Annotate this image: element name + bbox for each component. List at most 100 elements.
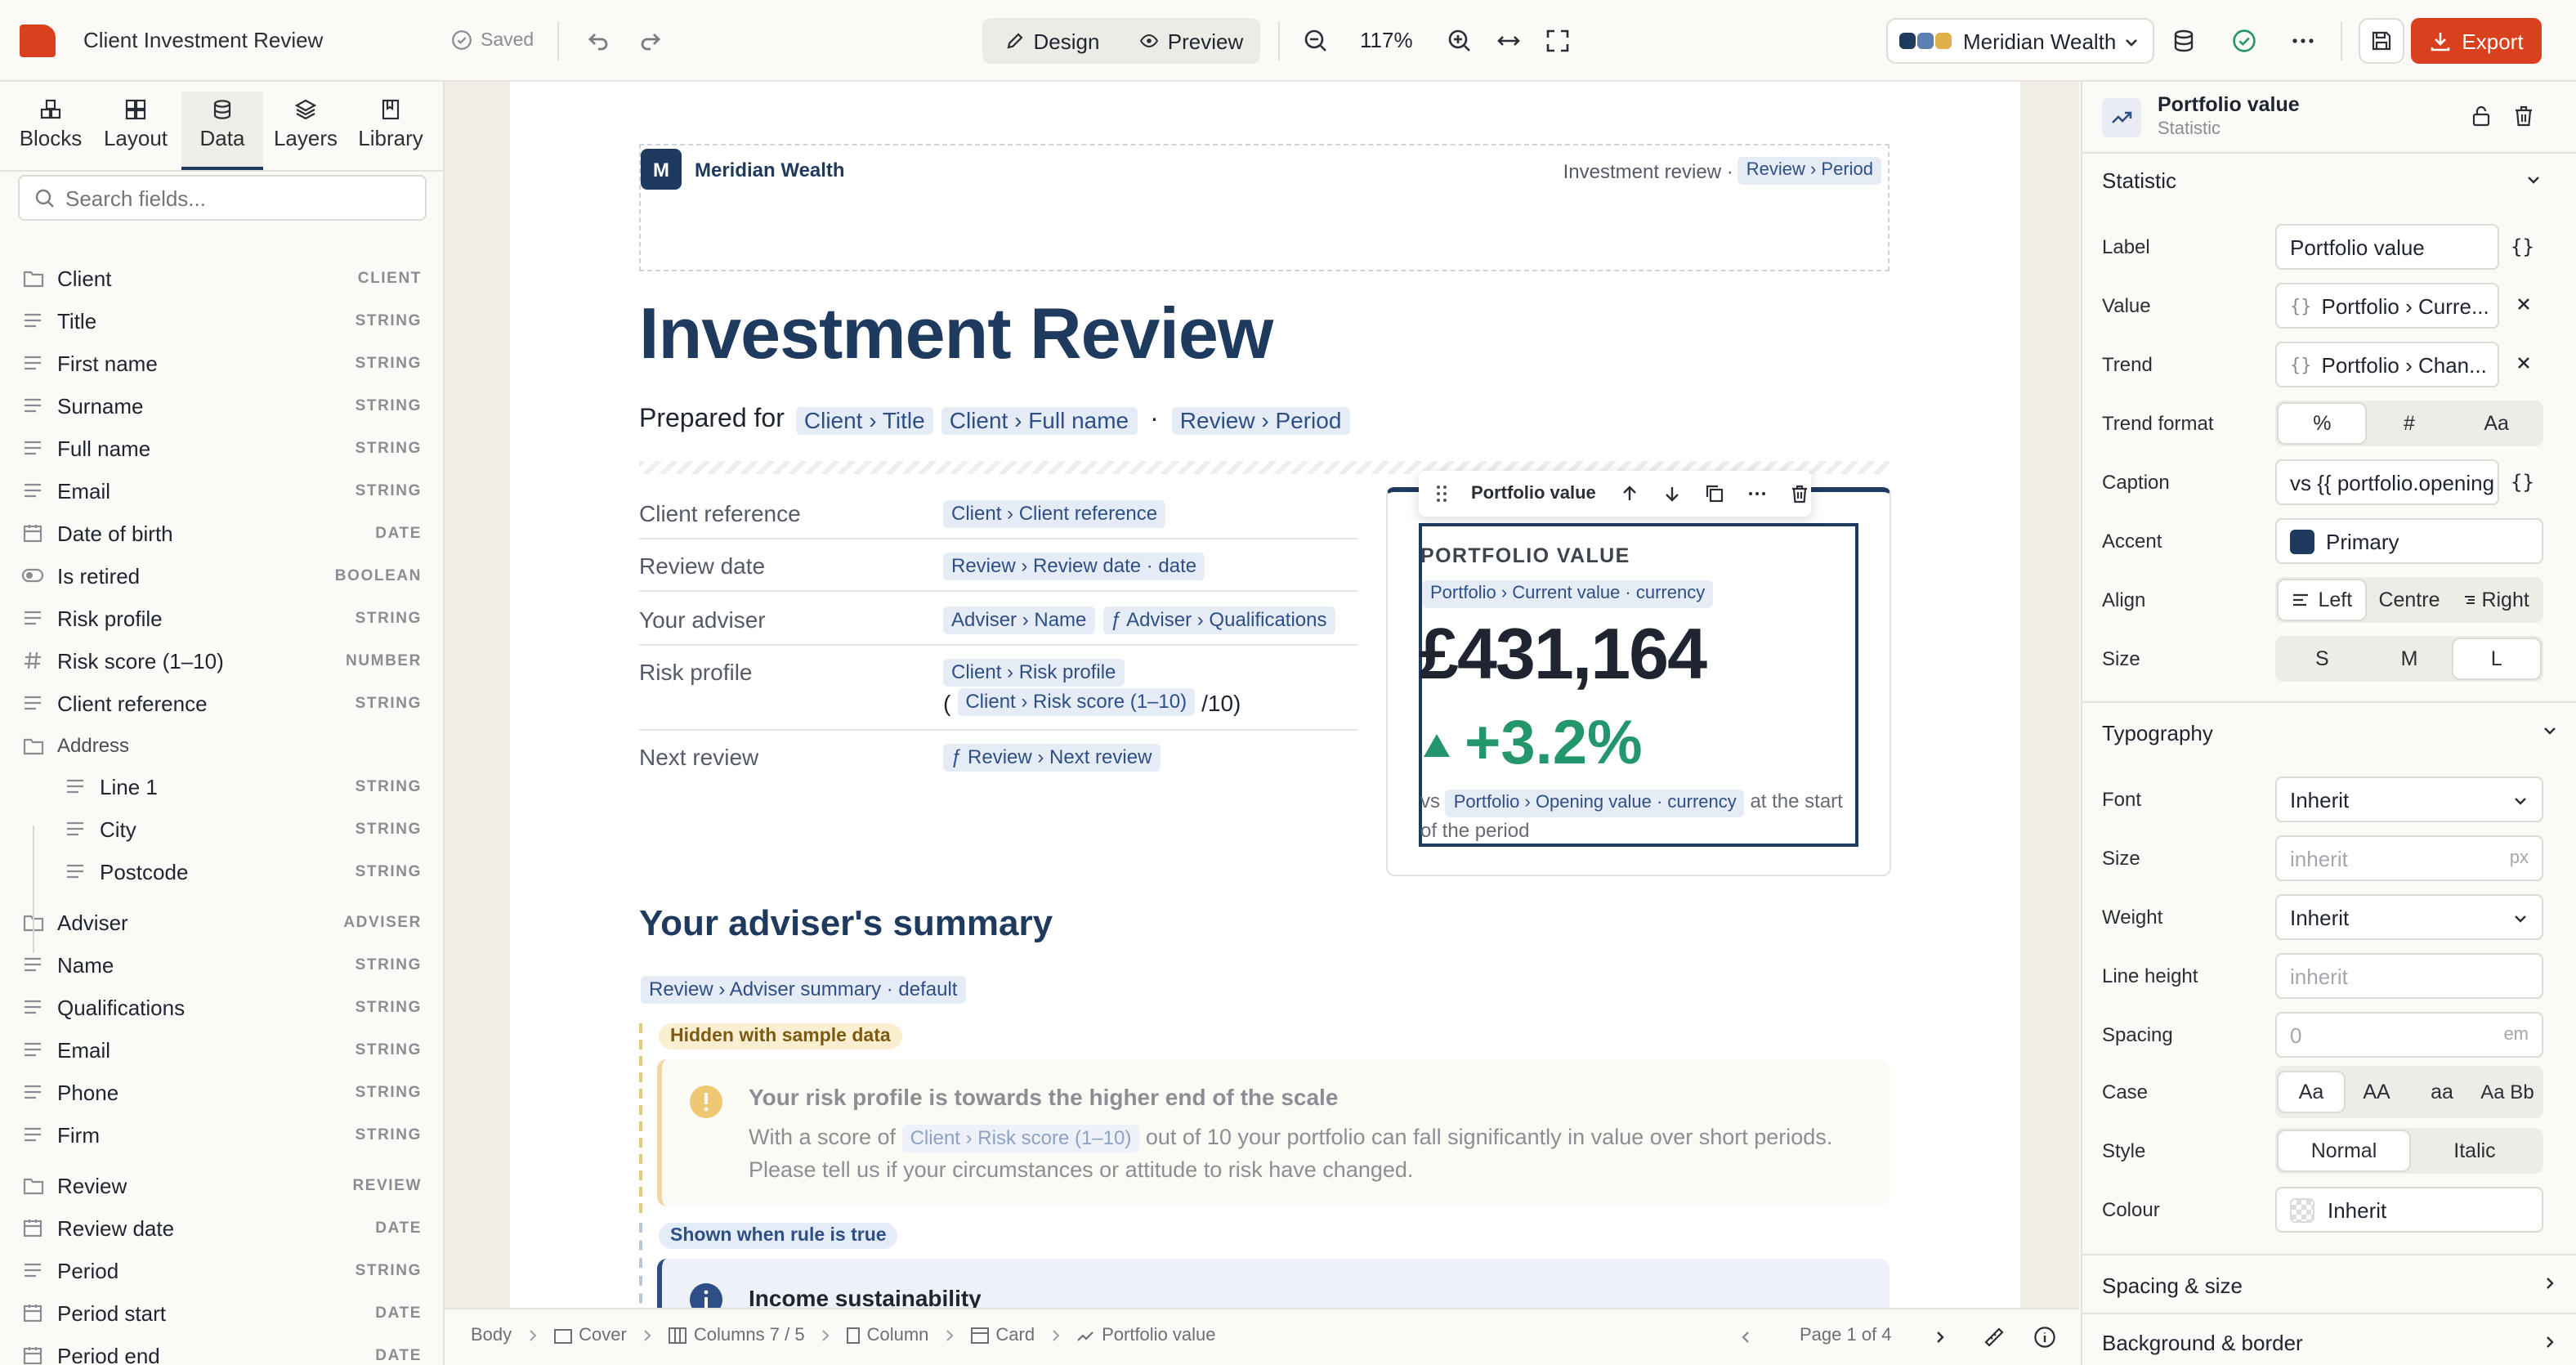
hidden-badge[interactable]: Hidden with sample data <box>659 1023 902 1049</box>
case-lower-option[interactable]: aa <box>2409 1072 2475 1112</box>
breadcrumb-item[interactable]: Card <box>971 1326 1035 1345</box>
field-item[interactable]: Client CLIENT <box>0 257 443 299</box>
field-item[interactable]: Review REVIEW <box>0 1164 443 1206</box>
section-spacing-header[interactable]: Spacing & size <box>2082 1254 2576 1313</box>
trash-icon[interactable] <box>1791 484 1810 503</box>
field-item[interactable]: Client reference STRING <box>0 682 443 724</box>
fullscreen-icon[interactable] <box>1545 28 1571 54</box>
fit-width-icon[interactable] <box>1496 28 1522 54</box>
check-circle-icon[interactable] <box>2231 28 2257 54</box>
tab-blocks[interactable]: Blocks <box>10 92 92 163</box>
field-chip[interactable]: Client › Title <box>795 406 933 434</box>
case-default-option[interactable]: Aa <box>2279 1072 2344 1112</box>
caption-input[interactable]: vs {{ portfolio.opening <box>2275 459 2499 505</box>
close-icon[interactable] <box>2516 296 2532 312</box>
field-item[interactable]: Period end DATE <box>0 1334 443 1365</box>
label-input[interactable]: Portfolio value <box>2275 224 2499 270</box>
breadcrumb-item[interactable]: Column <box>847 1326 928 1345</box>
info-icon[interactable] <box>2033 1326 2056 1349</box>
field-chip[interactable]: Client › Full name <box>941 406 1138 434</box>
breadcrumb-item[interactable]: Cover <box>554 1326 627 1345</box>
ruler-icon[interactable] <box>1983 1326 2006 1349</box>
field-item[interactable]: Name STRING <box>0 943 443 986</box>
section-background-header[interactable]: Background & border <box>2082 1313 2576 1365</box>
field-item[interactable]: Period STRING <box>0 1249 443 1291</box>
field-item[interactable]: Surname STRING <box>0 384 443 427</box>
field-item[interactable]: City STRING <box>0 808 443 850</box>
tab-library[interactable]: Library <box>350 92 432 163</box>
field-item[interactable]: Risk profile STRING <box>0 597 443 639</box>
search-field[interactable] <box>18 175 427 221</box>
chevron-right-icon[interactable] <box>1932 1329 1948 1345</box>
document-title[interactable]: Investment Review <box>639 294 1273 376</box>
format-number-option[interactable]: # <box>2366 404 2453 443</box>
field-item[interactable]: Period start DATE <box>0 1291 443 1334</box>
font-select[interactable]: Inherit <box>2275 776 2543 822</box>
tab-layout[interactable]: Layout <box>95 92 177 163</box>
style-normal-option[interactable]: Normal <box>2279 1131 2409 1170</box>
shown-badge[interactable]: Shown when rule is true <box>659 1223 898 1249</box>
unlock-icon[interactable] <box>2470 105 2493 128</box>
size-s-option[interactable]: S <box>2279 639 2366 678</box>
trash-icon[interactable] <box>2512 105 2535 128</box>
preview-tab[interactable]: Preview <box>1128 23 1255 59</box>
prepared-for-line[interactable]: Prepared for Client › Title Client › Ful… <box>639 405 1350 435</box>
align-centre-option[interactable]: Centre <box>2366 580 2453 620</box>
save-button[interactable] <box>2359 18 2404 64</box>
field-item[interactable]: Is retired BOOLEAN <box>0 554 443 597</box>
field-item[interactable]: Email STRING <box>0 1028 443 1071</box>
letter-spacing-input[interactable]: 0 em <box>2275 1012 2543 1058</box>
field-chip[interactable]: Client › Client reference <box>943 500 1166 528</box>
binding-icon[interactable]: {} <box>2511 235 2534 258</box>
case-upper-option[interactable]: AA <box>2344 1072 2409 1112</box>
line-height-input[interactable]: inherit <box>2275 953 2543 999</box>
breadcrumb-item[interactable]: Portfolio value <box>1077 1326 1216 1345</box>
risk-callout[interactable]: Your risk profile is towards the higher … <box>657 1059 1890 1206</box>
table-row[interactable]: Next review ƒ Review › Next review <box>639 731 1358 783</box>
value-binding[interactable]: {} Portfolio › Curre... <box>2275 283 2499 329</box>
arrow-down-icon[interactable] <box>1663 484 1683 503</box>
field-item[interactable]: Postcode STRING <box>0 850 443 893</box>
breadcrumb-item[interactable]: Body <box>471 1326 512 1345</box>
binding-icon[interactable]: {} <box>2511 471 2534 494</box>
table-row[interactable]: Your adviser Adviser › Name ƒ Adviser › … <box>639 592 1358 646</box>
formula-chip[interactable]: ƒ Adviser › Qualifications <box>1102 606 1335 634</box>
arrow-up-icon[interactable] <box>1621 484 1640 503</box>
field-item[interactable]: Review date DATE <box>0 1206 443 1249</box>
field-item[interactable]: Firm STRING <box>0 1113 443 1156</box>
drag-handle-icon[interactable] <box>1435 484 1448 503</box>
close-icon[interactable] <box>2516 355 2532 371</box>
export-button[interactable]: Export <box>2411 18 2542 64</box>
tab-data[interactable]: Data <box>181 92 263 170</box>
field-chip[interactable]: Portfolio › Current value · currency <box>1422 580 1714 608</box>
formula-chip[interactable]: ƒ Review › Next review <box>943 744 1161 772</box>
page-header-block[interactable]: M Meridian Wealth Investment review · Re… <box>639 144 1890 271</box>
app-logo[interactable] <box>20 25 56 57</box>
more-icon[interactable] <box>1748 484 1768 503</box>
summary-heading[interactable]: Your adviser's summary <box>639 902 1053 945</box>
field-chip[interactable]: Review › Period <box>1171 406 1350 434</box>
breadcrumb-item[interactable]: Columns 7 / 5 <box>669 1326 805 1345</box>
duplicate-icon[interactable] <box>1706 484 1725 503</box>
field-item[interactable]: Adviser ADVISER <box>0 901 443 943</box>
zoom-level[interactable]: 117% <box>1360 28 1413 52</box>
align-right-option[interactable]: Right <box>2453 580 2540 620</box>
section-typography-header[interactable]: Typography <box>2082 701 2576 760</box>
tab-layers[interactable]: Layers <box>265 92 347 163</box>
document-title[interactable]: Client Investment Review <box>83 28 323 52</box>
field-chip[interactable]: Client › Risk score (1–10) <box>901 1125 1140 1152</box>
field-chip[interactable]: Review › Review date · date <box>943 553 1205 580</box>
trend-binding[interactable]: {} Portfolio › Chan... <box>2275 342 2499 387</box>
income-callout[interactable]: Income sustainability <box>657 1259 1890 1308</box>
search-input[interactable] <box>65 186 392 210</box>
accent-select[interactable]: Primary <box>2275 518 2543 564</box>
field-chip[interactable]: Review › Period <box>1737 157 1881 185</box>
case-title-option[interactable]: Aa Bb <box>2475 1069 2540 1115</box>
chevron-left-icon[interactable] <box>1737 1329 1754 1345</box>
align-left-option[interactable]: Left <box>2279 580 2366 620</box>
undo-icon[interactable] <box>585 28 611 54</box>
design-tab[interactable]: Design <box>987 23 1118 59</box>
format-percent-option[interactable]: % <box>2279 404 2366 443</box>
field-item[interactable]: Phone STRING <box>0 1071 443 1113</box>
field-item[interactable]: Address <box>0 724 443 767</box>
